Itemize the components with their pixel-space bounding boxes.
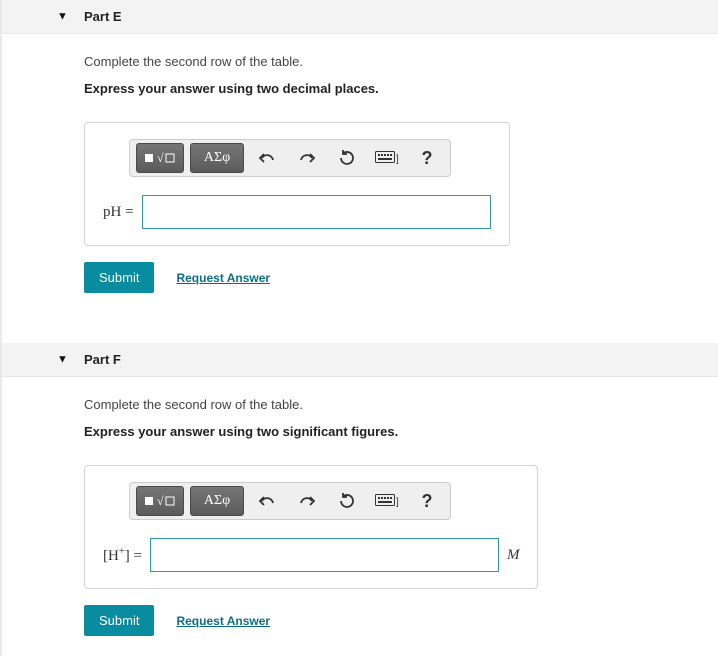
greek-button[interactable]: ΑΣφ — [190, 486, 244, 516]
answer-box: √ ΑΣφ ] ? [H+] = M — [84, 465, 538, 589]
part-header[interactable]: ▼ Part E — [2, 0, 718, 34]
unit-label: M — [507, 547, 520, 564]
equation-toolbar: √ ΑΣφ ] ? — [129, 139, 451, 177]
request-answer-link[interactable]: Request Answer — [176, 614, 270, 628]
express-text: Express your answer using two significan… — [84, 424, 690, 439]
reset-button[interactable] — [330, 487, 364, 515]
answer-input[interactable] — [150, 538, 499, 572]
part-body: Complete the second row of the table. Ex… — [2, 377, 718, 656]
part-title: Part F — [84, 352, 121, 367]
svg-text:√: √ — [157, 494, 164, 508]
svg-text:]: ] — [396, 497, 399, 508]
equation-toolbar: √ ΑΣφ ] ? — [129, 482, 451, 520]
template-button[interactable]: √ — [136, 143, 184, 173]
submit-button[interactable]: Submit — [84, 605, 154, 636]
keyboard-button[interactable]: ] — [370, 144, 404, 172]
caret-down-icon: ▼ — [57, 354, 68, 365]
part-header[interactable]: ▼ Part F — [2, 343, 718, 377]
svg-text:]: ] — [396, 154, 399, 165]
submit-button[interactable]: Submit — [84, 262, 154, 293]
svg-text:√: √ — [157, 151, 164, 165]
caret-down-icon: ▼ — [57, 11, 68, 22]
instruction-text: Complete the second row of the table. — [84, 397, 690, 412]
answer-input[interactable] — [142, 195, 491, 229]
answer-label: pH = — [103, 204, 134, 221]
part-body: Complete the second row of the table. Ex… — [2, 34, 718, 313]
undo-button[interactable] — [250, 144, 284, 172]
express-text: Express your answer using two decimal pl… — [84, 81, 690, 96]
redo-button[interactable] — [290, 487, 324, 515]
undo-button[interactable] — [250, 487, 284, 515]
answer-label: [H+] = — [103, 546, 142, 565]
redo-button[interactable] — [290, 144, 324, 172]
reset-button[interactable] — [330, 144, 364, 172]
part-title: Part E — [84, 9, 122, 24]
answer-box: √ ΑΣφ ] ? pH = — [84, 122, 510, 246]
greek-button[interactable]: ΑΣφ — [190, 143, 244, 173]
request-answer-link[interactable]: Request Answer — [176, 271, 270, 285]
template-button[interactable]: √ — [136, 486, 184, 516]
instruction-text: Complete the second row of the table. — [84, 54, 690, 69]
help-button[interactable]: ? — [410, 144, 444, 172]
keyboard-button[interactable]: ] — [370, 487, 404, 515]
help-button[interactable]: ? — [410, 487, 444, 515]
